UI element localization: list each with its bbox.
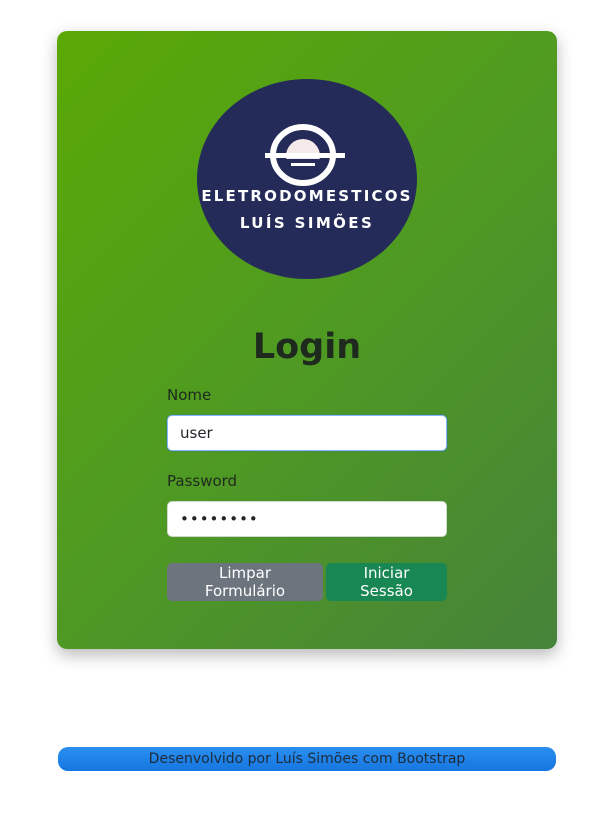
login-button[interactable]: Iniciar Sessão: [326, 563, 447, 601]
company-logo: ELETRODOMESTICOS LUÍS SIMÕES: [197, 79, 417, 279]
footer: Desenvolvido por Luís Simões com Bootstr…: [58, 747, 556, 771]
password-input[interactable]: [167, 501, 447, 537]
footer-text: Desenvolvido por Luís Simões com Bootstr…: [148, 751, 466, 767]
page-title: Login: [252, 327, 362, 367]
login-card: ELETRODOMESTICOS LUÍS SIMÕES Login Nome …: [57, 31, 557, 649]
appliance-logo-icon: [265, 124, 345, 186]
logo-text-line2: LUÍS SIMÕES: [239, 214, 375, 232]
logo-text-line1: ELETRODOMESTICOS: [201, 187, 413, 205]
name-input[interactable]: [167, 415, 447, 451]
name-label: Nome: [167, 386, 212, 404]
clear-form-button[interactable]: Limpar Formulário: [167, 563, 323, 601]
password-label: Password: [167, 472, 238, 490]
